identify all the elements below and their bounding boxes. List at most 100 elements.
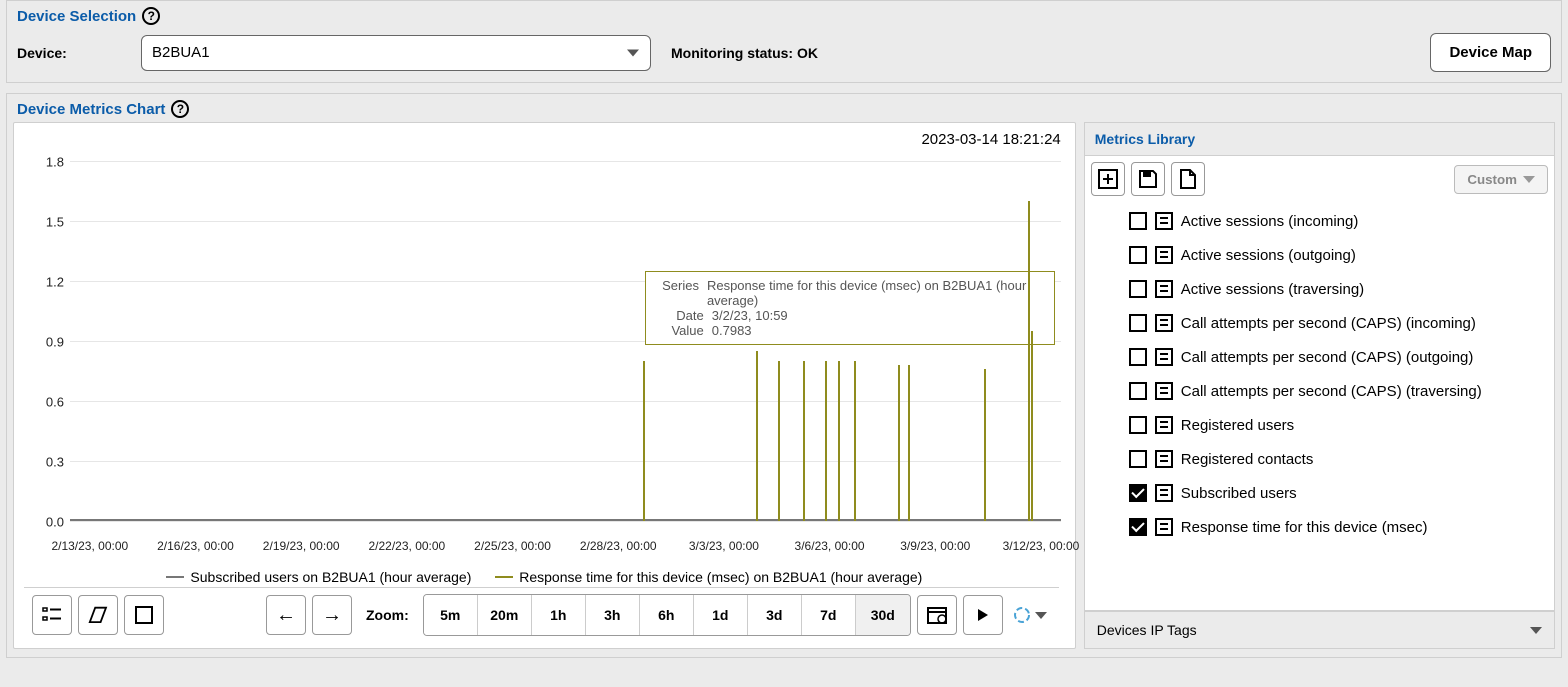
metrics-library-body: Custom Active sessions (incoming)Active … [1084,155,1555,611]
metrics-library-toolbar: Custom [1091,162,1548,196]
metric-label: Active sessions (traversing) [1181,281,1364,298]
document-icon[interactable] [1155,518,1173,536]
file-icon [1180,169,1196,189]
zoom-button-6h[interactable]: 6h [640,595,694,635]
document-icon[interactable] [1155,212,1173,230]
x-axis-label: 3/12/23, 00:00 [1003,539,1080,553]
zoom-button-5m[interactable]: 5m [424,595,478,635]
device-select[interactable]: B2BUA1 [141,35,651,71]
refresh-dropdown-button[interactable] [1009,595,1051,635]
zoom-button-1d[interactable]: 1d [694,595,748,635]
device-selection-title-text: Device Selection [17,8,136,25]
document-icon[interactable] [1155,450,1173,468]
x-axis-label: 2/13/23, 00:00 [51,539,128,553]
document-icon[interactable] [1155,246,1173,264]
nav-prev-button[interactable]: ← [266,595,306,635]
metric-checkbox[interactable] [1129,212,1147,230]
zoom-button-20m[interactable]: 20m [478,595,532,635]
metric-checkbox[interactable] [1129,416,1147,434]
calendar-button[interactable] [917,595,957,635]
metric-label: Call attempts per second (CAPS) (incomin… [1181,315,1476,332]
metric-checkbox[interactable] [1129,382,1147,400]
chart-spike [1028,201,1030,521]
grid-line: 1.8 [70,161,1061,162]
play-icon [976,608,990,622]
metric-label: Response time for this device (msec) [1181,519,1428,536]
chart-spike [898,365,900,521]
metrics-list-item: Active sessions (traversing) [1129,272,1548,306]
legend-item[interactable]: Subscribed users on B2BUA1 (hour average… [166,569,471,585]
help-icon[interactable]: ? [171,100,189,118]
clear-button[interactable] [78,595,118,635]
metrics-library: Metrics Library Custom [1084,122,1555,649]
help-icon[interactable]: ? [142,7,160,25]
zoom-button-3d[interactable]: 3d [748,595,802,635]
zoom-button-30d[interactable]: 30d [856,595,910,635]
metrics-list-item: Registered users [1129,408,1548,442]
metric-label: Call attempts per second (CAPS) (outgoin… [1181,349,1474,366]
document-icon[interactable] [1155,314,1173,332]
chevron-down-icon [1523,176,1535,183]
metric-checkbox[interactable] [1129,518,1147,536]
save-button[interactable] [1131,162,1165,196]
legend-toggle-button[interactable] [32,595,72,635]
device-select-wrapper: B2BUA1 [141,35,651,71]
metric-checkbox[interactable] [1129,348,1147,366]
save-icon [1139,170,1157,188]
devices-ip-tags-toggle[interactable]: Devices IP Tags [1084,611,1555,649]
x-axis-label: 2/19/23, 00:00 [263,539,340,553]
grid-line: 0.3 [70,461,1061,462]
x-axis-label: 3/3/23, 00:00 [689,539,759,553]
calendar-icon [927,605,947,625]
custom-dropdown-button[interactable]: Custom [1454,165,1548,194]
new-file-button[interactable] [1171,162,1205,196]
metric-checkbox[interactable] [1129,314,1147,332]
metric-label: Registered users [1181,417,1294,434]
x-axis-label: 3/6/23, 00:00 [795,539,865,553]
metrics-list-item: Registered contacts [1129,442,1548,476]
chart-spike [908,365,910,521]
metric-checkbox[interactable] [1129,246,1147,264]
document-icon[interactable] [1155,484,1173,502]
document-icon[interactable] [1155,348,1173,366]
metrics-list-item: Subscribed users [1129,476,1548,510]
chart-spike [803,361,805,521]
nav-next-button[interactable]: → [312,595,352,635]
x-axis-label: 2/22/23, 00:00 [368,539,445,553]
play-button[interactable] [963,595,1003,635]
grid-line: 1.5 [70,221,1061,222]
document-icon[interactable] [1155,382,1173,400]
metric-checkbox[interactable] [1129,484,1147,502]
chart-bottom-toolbar: ← → Zoom: 5m20m1h3h6h1d3d7d30d [24,587,1059,642]
device-selection-panel: Device Selection ? Device: B2BUA1 Monito… [6,0,1562,83]
chart-spike [778,361,780,521]
legend-item[interactable]: Response time for this device (msec) on … [495,569,922,585]
y-axis-label: 0.9 [30,335,70,350]
x-axis-label: 2/28/23, 00:00 [580,539,657,553]
metrics-list: Active sessions (incoming) Active session… [1091,200,1548,544]
metric-checkbox[interactable] [1129,280,1147,298]
document-icon[interactable] [1155,416,1173,434]
zoom-button-1h[interactable]: 1h [532,595,586,635]
zoom-button-3h[interactable]: 3h [586,595,640,635]
add-metric-button[interactable] [1091,162,1125,196]
device-map-button[interactable]: Device Map [1430,33,1551,72]
metrics-list-item: Active sessions (incoming) [1129,204,1548,238]
square-icon [135,606,153,624]
x-axis-label: 2/16/23, 00:00 [157,539,234,553]
zoom-button-7d[interactable]: 7d [802,595,856,635]
legend-swatch-icon [166,576,184,578]
document-icon[interactable] [1155,280,1173,298]
metric-checkbox[interactable] [1129,450,1147,468]
metric-label: Call attempts per second (CAPS) (travers… [1181,383,1482,400]
add-panel-icon [1098,169,1118,189]
chart-plot[interactable]: 0.00.30.60.91.21.51.8 2/13/23, 00:002/16… [70,161,1061,521]
checkbox-button[interactable] [124,595,164,635]
grid-line: 0.6 [70,401,1061,402]
metric-label: Active sessions (incoming) [1181,213,1359,230]
list-icon [42,605,62,625]
x-axis-label: 2/25/23, 00:00 [474,539,551,553]
metrics-list-item: Response time for this device (msec) [1129,510,1548,544]
chart-spike [756,351,758,521]
monitoring-status: Monitoring status: OK [671,45,818,61]
